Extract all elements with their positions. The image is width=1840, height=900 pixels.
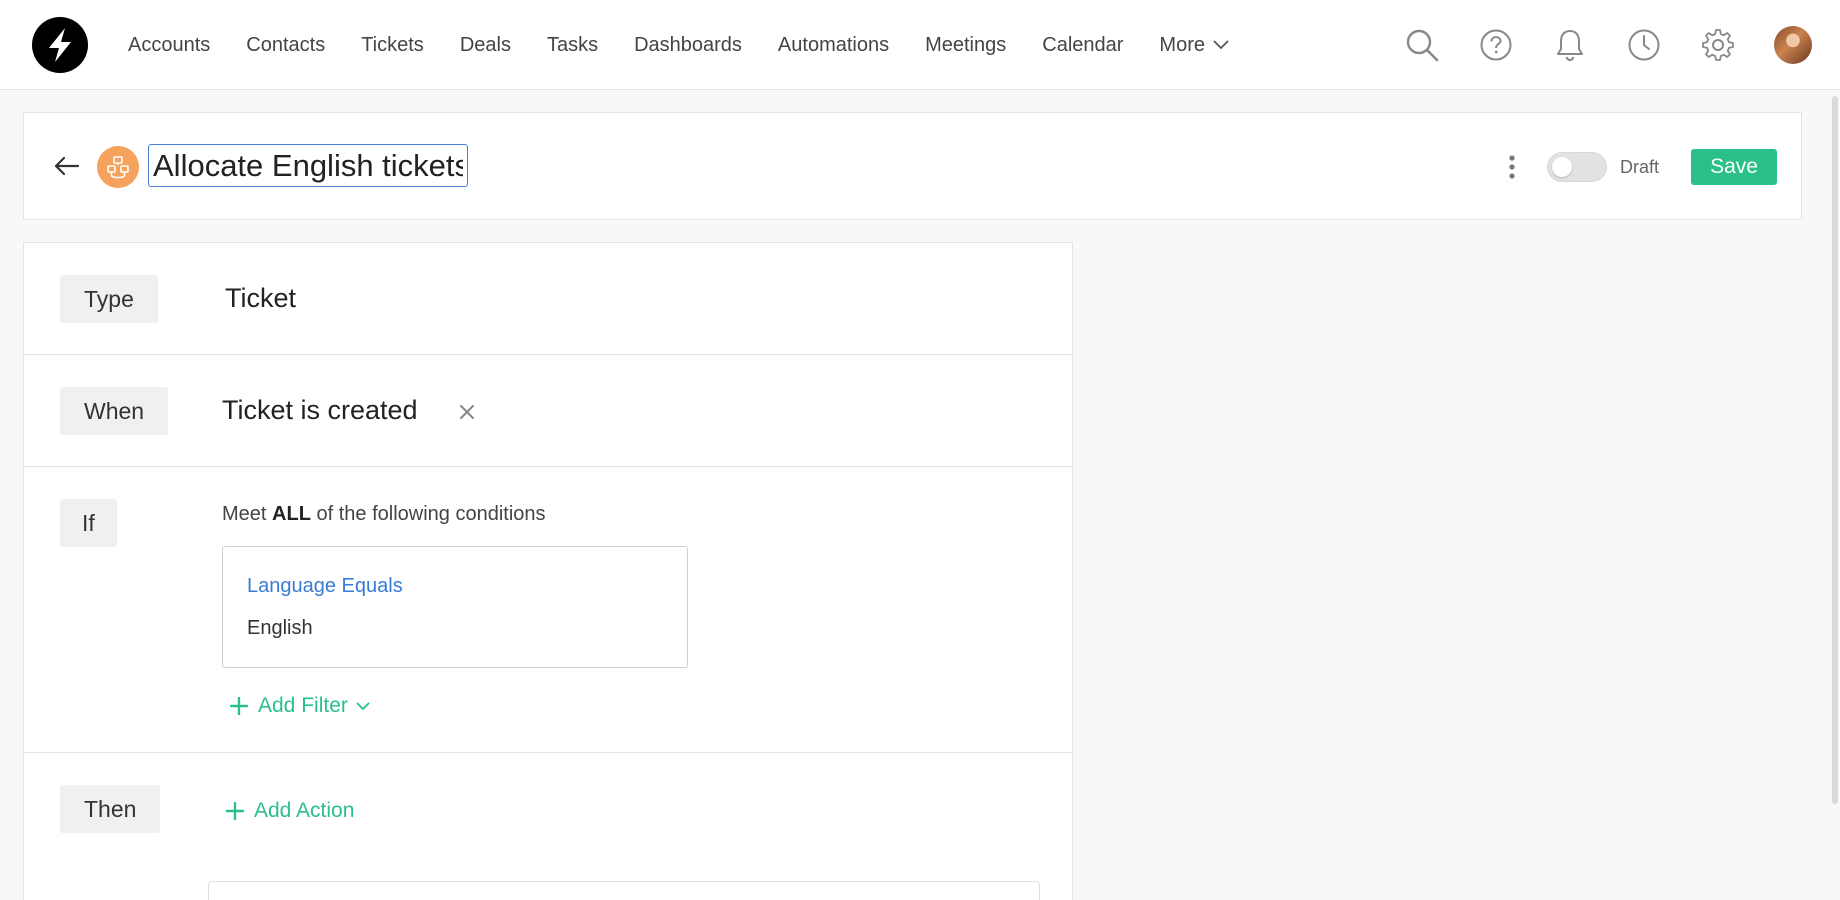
toggle-knob bbox=[1552, 157, 1572, 177]
then-label: Then bbox=[60, 785, 161, 833]
when-label: When bbox=[60, 387, 169, 435]
condition-value: English bbox=[247, 617, 313, 639]
nav-icons bbox=[1366, 0, 1812, 90]
nav-link-automations[interactable]: Automations bbox=[778, 34, 889, 57]
page-scrollbar[interactable] bbox=[1830, 96, 1840, 804]
save-button[interactable]: Save bbox=[1691, 149, 1777, 185]
avatar[interactable] bbox=[1774, 26, 1812, 64]
workflow-icon bbox=[97, 146, 139, 188]
nav-links: Accounts Contacts Tickets Deals Tasks Da… bbox=[128, 0, 1265, 90]
meet-keyword[interactable]: ALL bbox=[272, 503, 311, 525]
meet-suffix: of the following conditions bbox=[310, 503, 546, 525]
add-action-button[interactable]: Add Action bbox=[226, 796, 354, 826]
add-action-label: Add Action bbox=[254, 799, 355, 822]
nav-link-calendar[interactable]: Calendar bbox=[1042, 34, 1123, 57]
action-card bbox=[208, 881, 1040, 900]
when-section: When bbox=[24, 355, 1072, 467]
search-icon[interactable] bbox=[1404, 27, 1440, 63]
kebab-icon[interactable] bbox=[1502, 153, 1522, 181]
meet-prefix: Meet bbox=[222, 503, 273, 525]
type-value[interactable]: Ticket bbox=[225, 283, 296, 314]
bell-icon[interactable] bbox=[1552, 27, 1588, 63]
trigger-value[interactable]: Ticket is created bbox=[222, 395, 418, 426]
logo-icon[interactable] bbox=[32, 17, 88, 73]
nav-link-tasks[interactable]: Tasks bbox=[547, 34, 598, 57]
nav-link-deals[interactable]: Deals bbox=[460, 34, 511, 57]
nav-link-dashboards[interactable]: Dashboards bbox=[634, 34, 742, 57]
type-label: Type bbox=[60, 275, 158, 323]
nav-more-label: More bbox=[1159, 33, 1205, 56]
condition-match-text: Meet ALL of the following conditions bbox=[222, 503, 546, 526]
nav-link-meetings[interactable]: Meetings bbox=[925, 34, 1006, 57]
status-label: Draft bbox=[1620, 157, 1660, 177]
plus-icon bbox=[226, 802, 244, 820]
help-icon[interactable] bbox=[1478, 27, 1514, 63]
condition-card[interactable]: Language Equals English bbox=[222, 546, 688, 668]
condition-field[interactable]: Language Equals bbox=[247, 575, 403, 598]
workflow-header: Draft Save bbox=[23, 112, 1802, 220]
nav-link-accounts[interactable]: Accounts bbox=[128, 34, 210, 57]
scrollbar-thumb[interactable] bbox=[1832, 96, 1838, 804]
back-arrow-icon[interactable] bbox=[50, 149, 84, 183]
add-filter-label: Add Filter bbox=[258, 694, 348, 717]
status-toggle[interactable] bbox=[1547, 152, 1607, 182]
type-section: Type bbox=[24, 243, 1072, 355]
nav-link-tickets[interactable]: Tickets bbox=[361, 34, 424, 57]
gear-icon[interactable] bbox=[1700, 27, 1736, 63]
clock-icon[interactable] bbox=[1626, 27, 1662, 63]
nav-link-contacts[interactable]: Contacts bbox=[246, 34, 325, 57]
nav-more-menu[interactable]: More bbox=[1159, 34, 1229, 57]
chevron-down-icon bbox=[356, 701, 370, 711]
plus-icon bbox=[230, 697, 248, 715]
then-section: Then bbox=[24, 753, 1072, 900]
add-filter-button[interactable]: Add Filter bbox=[230, 691, 370, 721]
workflow-title-input[interactable] bbox=[148, 144, 468, 187]
chevron-down-icon bbox=[1213, 40, 1229, 50]
workflow-builder: Type When If Then Ticket Ticket is creat… bbox=[23, 242, 1073, 900]
close-icon[interactable] bbox=[454, 399, 480, 425]
if-label: If bbox=[60, 499, 117, 547]
top-navigation: Accounts Contacts Tickets Deals Tasks Da… bbox=[0, 0, 1840, 90]
